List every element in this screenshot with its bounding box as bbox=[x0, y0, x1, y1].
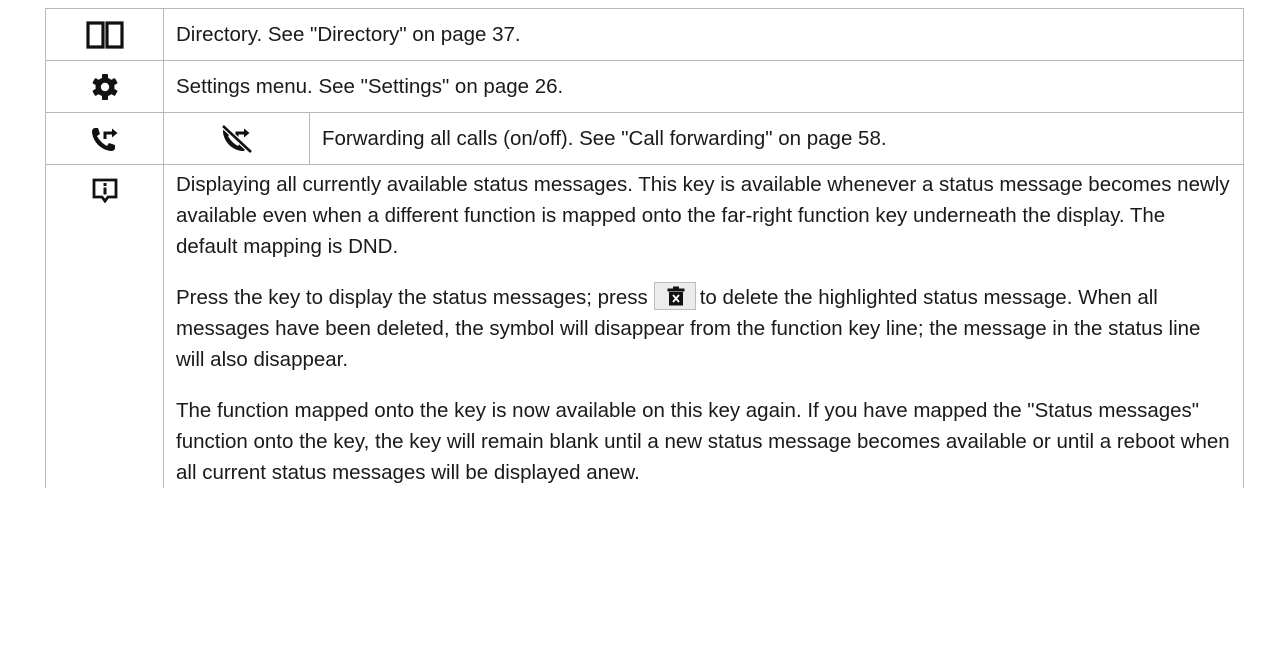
icon-cell bbox=[45, 112, 164, 165]
book-icon bbox=[85, 20, 124, 49]
table-row-settings: Settings menu. See "Settings" on page 26… bbox=[45, 60, 1245, 113]
gear-icon bbox=[92, 73, 117, 100]
call-forward-off-icon bbox=[220, 123, 253, 154]
status-paragraph-2: Press the key to display the status mess… bbox=[176, 282, 1231, 375]
table-row-directory: Directory. See "Directory" on page 37. bbox=[45, 8, 1245, 61]
status-paragraph-3: The function mapped onto the key is now … bbox=[176, 399, 1230, 484]
status-paragraph-1: Displaying all currently available statu… bbox=[176, 173, 1230, 258]
call-forwarding-description: Forwarding all calls (on/off). See "Call… bbox=[308, 112, 1245, 165]
icon-cell bbox=[45, 8, 164, 61]
table-row-call-forwarding: Forwarding all calls (on/off). See "Call… bbox=[45, 112, 1245, 165]
status-info-icon bbox=[92, 178, 117, 204]
directory-description: Directory. See "Directory" on page 37. bbox=[162, 8, 1245, 61]
status-paragraph-2-start: Press the key to display the status mess… bbox=[176, 286, 648, 309]
icon-cell bbox=[45, 60, 164, 113]
trash-delete-icon bbox=[667, 286, 685, 306]
icon-cell bbox=[45, 164, 164, 488]
delete-key bbox=[653, 282, 696, 310]
icon-cell bbox=[163, 112, 310, 165]
function-key-table: Directory. See "Directory" on page 37. S… bbox=[45, 8, 1245, 488]
call-forward-icon bbox=[91, 127, 117, 151]
status-messages-description: Displaying all currently available statu… bbox=[162, 164, 1245, 488]
table-row-status-messages: Displaying all currently available statu… bbox=[45, 164, 1245, 488]
settings-description: Settings menu. See "Settings" on page 26… bbox=[162, 60, 1245, 113]
